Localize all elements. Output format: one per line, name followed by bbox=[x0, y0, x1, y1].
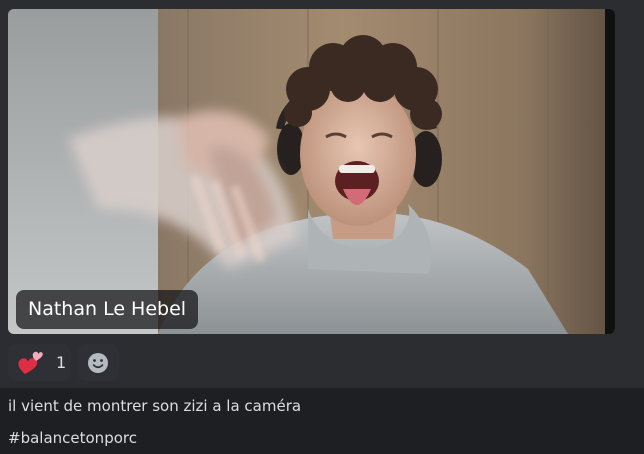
reaction-count: 1 bbox=[56, 353, 67, 372]
video-attachment[interactable]: Nathan Le Hebel bbox=[8, 9, 615, 334]
participant-name-tag: Nathan Le Hebel bbox=[16, 290, 199, 329]
smiley-face-icon bbox=[88, 353, 108, 373]
add-reaction-button[interactable] bbox=[77, 344, 119, 381]
message-hashtag: #balancetonporc bbox=[8, 429, 137, 447]
video-frame-image bbox=[8, 9, 615, 334]
reaction-two-hearts[interactable]: 1 bbox=[8, 344, 71, 381]
message-text-line-1: il vient de montrer son zizi a la caméra bbox=[8, 397, 302, 415]
two-hearts-icon bbox=[18, 351, 43, 374]
